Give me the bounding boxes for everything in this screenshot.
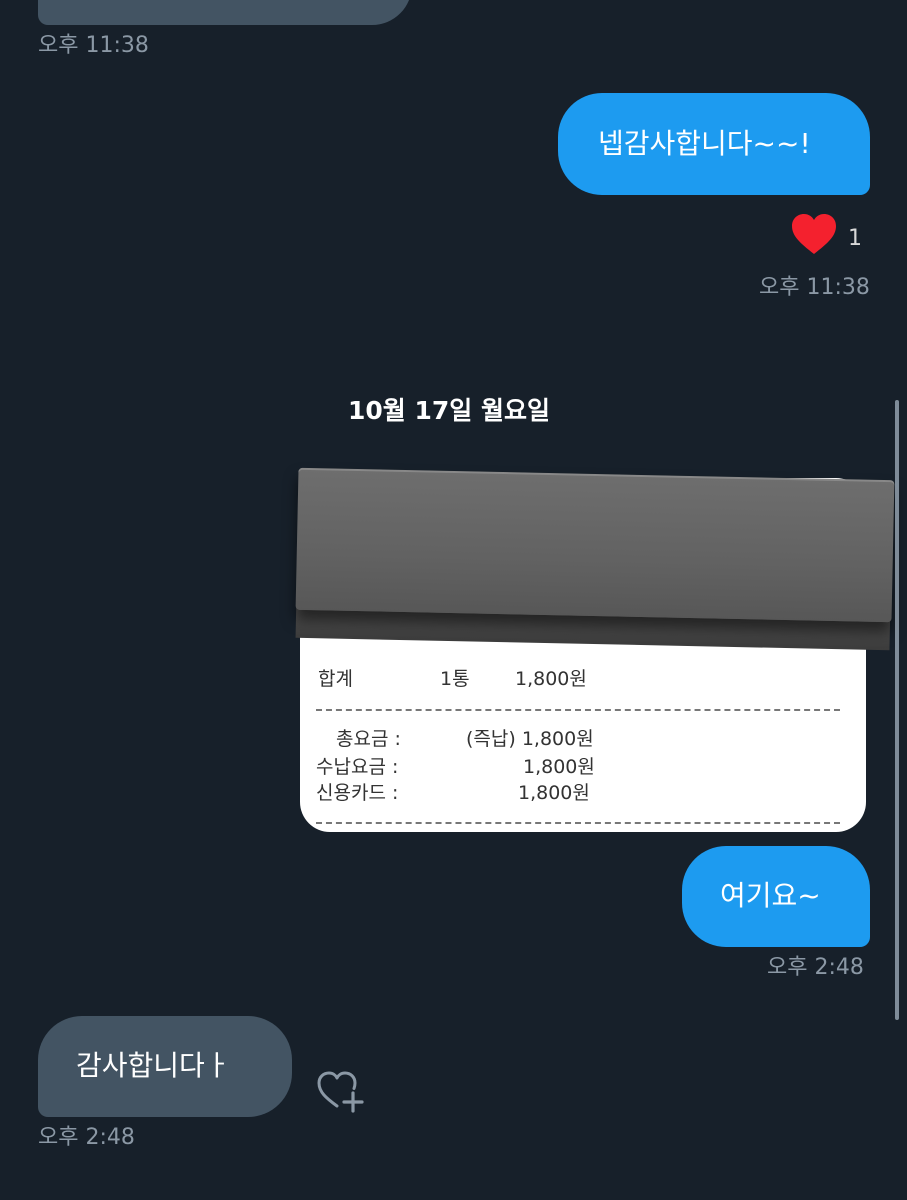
heart-reaction[interactable]: 1 [790,212,870,260]
message-text: 넵감사합니다~~! [598,127,811,160]
incoming-message-bubble[interactable]: 감사합니다ㅏ [38,1016,292,1117]
receipt-charge-value: (즉납) 1,800원 [466,728,594,750]
outgoing-message-bubble[interactable]: 여기요~ [682,846,870,947]
receipt-card-value: 1,800원 [518,782,590,804]
receipt-total-amount: 1,800원 [515,668,587,690]
heart-icon [792,214,836,254]
message-text: 감사합니다ㅏ [76,1049,231,1082]
date-separator: 10월 17일 월요일 [348,396,550,425]
receipt-total-label: 합계 [318,668,353,690]
reaction-count: 1 [848,226,862,251]
add-reaction-button[interactable] [316,1068,366,1114]
outgoing-message-bubble[interactable]: 넵감사합니다~~! [558,93,870,195]
message-timestamp: 오후 2:48 [767,955,864,980]
receipt-charge-label: 총요금 : [336,728,401,750]
scrollbar[interactable] [895,400,899,1020]
receipt-total-qty: 1통 [440,668,470,690]
add-reaction-icon [317,1071,364,1113]
message-timestamp: 오후 11:38 [38,33,149,58]
incoming-message-bubble-partial[interactable] [38,0,412,25]
message-text: 여기요~ [720,879,821,912]
receipt-divider [316,822,840,824]
message-timestamp: 오후 2:48 [38,1125,135,1150]
receipt-divider [316,709,840,711]
receipt-cover-block [295,467,895,623]
receipt-card-label: 신용카드 : [316,782,399,804]
message-timestamp: 오후 11:38 [759,275,870,300]
receipt-paid-value: 1,800원 [523,756,595,778]
receipt-paid-label: 수납요금 : [316,756,399,778]
